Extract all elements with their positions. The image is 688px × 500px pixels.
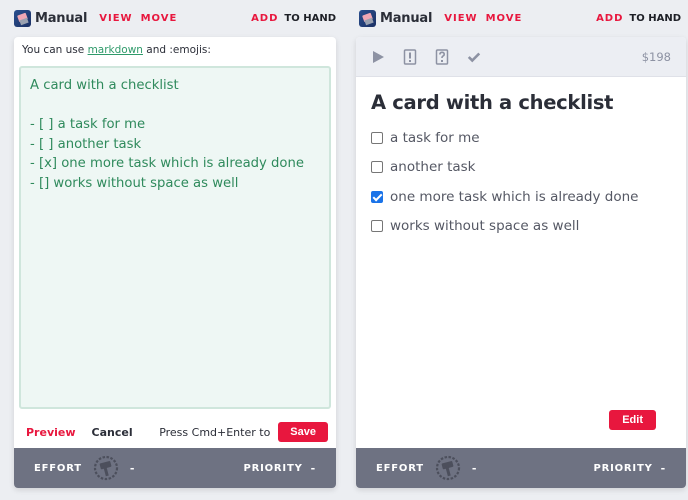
checklist-item-label: a task for me bbox=[390, 129, 480, 146]
to-hand-link[interactable]: TO HAND bbox=[284, 13, 336, 24]
card-title: A card with a checklist bbox=[371, 91, 614, 114]
move-link[interactable]: MOVE bbox=[141, 13, 178, 24]
checklist-item[interactable]: works without space as well bbox=[371, 212, 671, 242]
deck-name[interactable]: Manual bbox=[35, 11, 87, 26]
play-icon[interactable] bbox=[371, 49, 385, 65]
exclamation-card-icon[interactable] bbox=[403, 48, 417, 65]
view-link[interactable]: VIEW bbox=[444, 13, 477, 24]
effort-hammer-icon[interactable] bbox=[92, 454, 120, 482]
card-header: Manual VIEW MOVE ADD TO HAND bbox=[11, 0, 339, 36]
markdown-hint: You can use markdown and :emojis: bbox=[22, 44, 211, 56]
to-hand-link[interactable]: TO HAND bbox=[629, 13, 681, 24]
question-card-icon[interactable] bbox=[435, 48, 449, 65]
card-footer: EFFORT - PRIORITY - bbox=[14, 448, 336, 488]
effort-value[interactable]: - bbox=[130, 462, 135, 475]
checklist-checkbox[interactable] bbox=[371, 220, 383, 233]
edit-button[interactable]: Edit bbox=[609, 410, 656, 430]
effort-label: EFFORT bbox=[34, 462, 82, 474]
checklist-item[interactable]: a task for me bbox=[371, 123, 671, 153]
move-link[interactable]: MOVE bbox=[486, 13, 523, 24]
checklist-item-label: another task bbox=[390, 159, 476, 176]
checklist: a task for me another task one more task… bbox=[356, 123, 686, 241]
deck-icon bbox=[359, 9, 376, 27]
card-header: Manual VIEW MOVE ADD TO HAND bbox=[356, 0, 684, 36]
effort-hammer-icon[interactable] bbox=[434, 454, 462, 482]
edit-card-panel: Manual VIEW MOVE ADD TO HAND You can use… bbox=[11, 0, 339, 500]
card-editor: You can use markdown and :emojis: Previe… bbox=[14, 37, 336, 488]
markdown-link[interactable]: markdown bbox=[88, 44, 143, 56]
preview-button[interactable]: Preview bbox=[26, 426, 76, 439]
view-link[interactable]: VIEW bbox=[99, 13, 132, 24]
keyboard-shortcut-hint: Press Cmd+Enter to bbox=[159, 425, 271, 439]
checklist-checkbox[interactable] bbox=[371, 161, 383, 174]
priority-label: PRIORITY bbox=[593, 462, 653, 474]
effort-value[interactable]: - bbox=[472, 462, 477, 475]
add-link[interactable]: ADD bbox=[596, 13, 623, 24]
cancel-button[interactable]: Cancel bbox=[92, 426, 133, 439]
card-toolbar: $198 bbox=[356, 37, 686, 77]
checklist-item-label: one more task which is already done bbox=[390, 188, 639, 205]
view-card-panel: Manual VIEW MOVE ADD TO HAND $198 A card… bbox=[356, 0, 686, 500]
effort-label: EFFORT bbox=[376, 462, 424, 474]
card-content-textarea[interactable] bbox=[19, 66, 331, 409]
checklist-item[interactable]: one more task which is already done bbox=[371, 182, 671, 212]
checkmark-icon[interactable] bbox=[467, 49, 481, 65]
editor-actions: Preview Cancel Press Cmd+Enter to Save bbox=[14, 417, 336, 447]
card-price: $198 bbox=[641, 49, 671, 64]
add-link[interactable]: ADD bbox=[251, 13, 278, 24]
priority-value[interactable]: - bbox=[311, 462, 316, 475]
checklist-item-label: works without space as well bbox=[390, 218, 580, 235]
card-view: $198 A card with a checklist a task for … bbox=[356, 37, 686, 488]
card-footer: EFFORT - PRIORITY - bbox=[356, 448, 686, 488]
save-button[interactable]: Save bbox=[278, 422, 328, 442]
checklist-checkbox[interactable] bbox=[371, 131, 383, 144]
priority-value[interactable]: - bbox=[661, 462, 666, 475]
checklist-checkbox[interactable] bbox=[371, 190, 383, 203]
deck-name[interactable]: Manual bbox=[380, 11, 432, 26]
priority-label: PRIORITY bbox=[243, 462, 303, 474]
checklist-item[interactable]: another task bbox=[371, 153, 671, 183]
deck-icon bbox=[14, 9, 31, 27]
